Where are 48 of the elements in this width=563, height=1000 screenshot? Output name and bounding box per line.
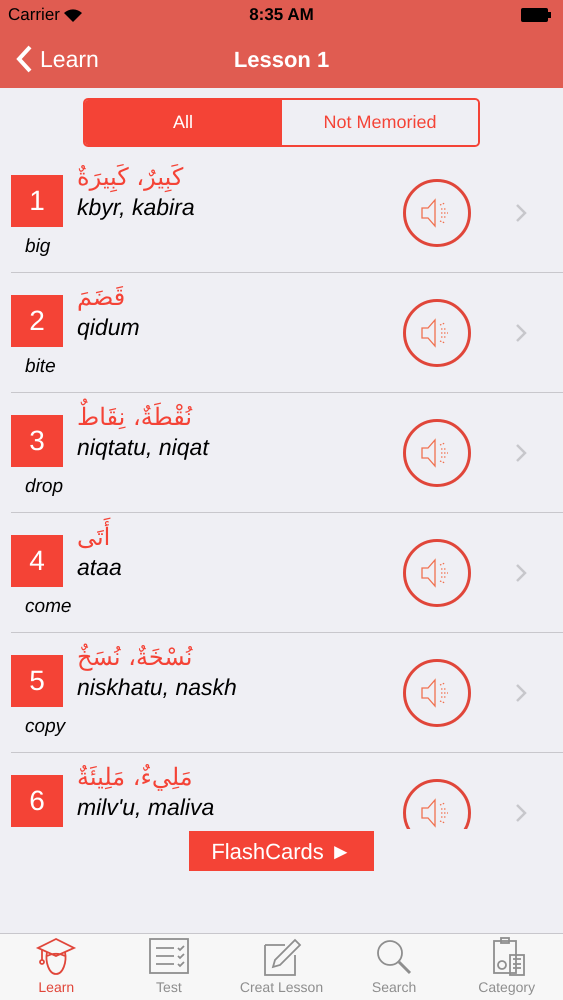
filter-tab[interactable]: All — [85, 100, 281, 145]
tab-bar-item[interactable]: Search — [338, 934, 450, 1000]
back-button[interactable]: Learn — [0, 42, 99, 76]
tab-bar-item[interactable]: Category — [450, 934, 563, 1000]
speaker-button[interactable] — [403, 538, 471, 606]
meaning: drop — [25, 475, 64, 499]
chevron-icon — [515, 442, 527, 462]
chevron-icon — [515, 562, 527, 582]
chevron-icon — [515, 682, 527, 702]
chevron-icon — [515, 202, 527, 222]
battery-icon — [521, 8, 551, 22]
back-chevron-icon — [16, 45, 32, 73]
tab-bar-item[interactable]: Learn — [0, 934, 113, 1000]
graduate-icon — [34, 937, 78, 977]
filter-tab[interactable]: Not Memoried — [281, 100, 478, 145]
meaning: copy — [25, 715, 67, 739]
transliteration: kbyr, kabira — [77, 193, 195, 221]
word-number: 4 — [11, 535, 63, 587]
speaker-button[interactable] — [403, 298, 471, 366]
arabic-word: مَلِيءٌ، مَلِيئَةٌ — [77, 762, 193, 793]
time-label: 8:35 AM — [249, 4, 314, 26]
tab-bar-item[interactable]: Creat Lesson — [225, 934, 338, 1000]
transliteration: qidum — [77, 313, 140, 341]
speaker-button[interactable] — [403, 178, 471, 246]
meaning: come — [25, 595, 72, 619]
carrier-label: Carrier — [8, 4, 60, 26]
word-number: 2 — [11, 295, 63, 347]
word-number: 6 — [11, 775, 63, 827]
wifi-icon — [64, 8, 82, 22]
arabic-word: كَبِيرٌ، كَبِيرَةٌ — [77, 162, 184, 194]
flashcards-button[interactable]: FlashCards ► — [189, 831, 374, 871]
speaker-button[interactable] — [403, 418, 471, 486]
meaning: big — [25, 235, 52, 259]
arabic-word: قَضَمَ — [77, 282, 126, 313]
word-number: 5 — [11, 655, 63, 707]
chevron-icon — [515, 322, 527, 342]
chevron-icon — [515, 802, 527, 822]
meaning: bite — [25, 355, 57, 379]
arabic-word: نُسْخَةٌ، نُسَخٌ — [77, 642, 192, 673]
screen-title: Lesson 1 — [234, 46, 330, 74]
checklist-icon — [146, 937, 191, 977]
word-number: 1 — [11, 175, 63, 227]
tab-bar-item[interactable]: Test — [112, 934, 226, 1000]
speaker-button[interactable] — [403, 778, 471, 829]
word-number: 3 — [11, 415, 63, 467]
transliteration: niskhatu, naskh — [77, 673, 237, 701]
speaker-button[interactable] — [403, 658, 471, 726]
transliteration: milv'u, maliva — [77, 793, 214, 821]
